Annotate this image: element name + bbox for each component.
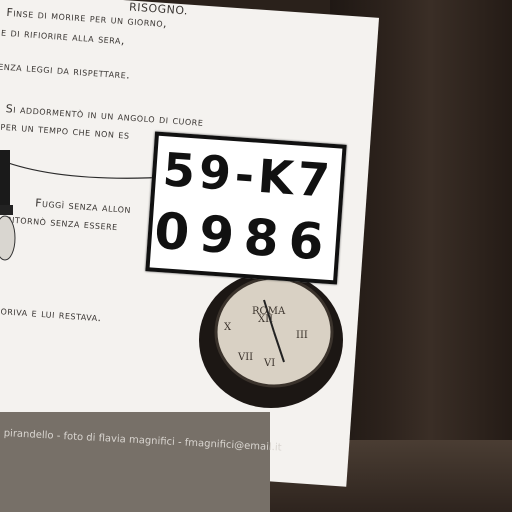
poem-line: mpo moriva e lui restava. [0,302,103,325]
string-lights-wire [0,159,170,179]
poem-line: e di rifiorire alla sera, [0,25,126,48]
plate-line-1: 59-K7 [161,142,336,208]
svg-text:X: X [224,322,232,333]
poem-line: per un tempo che non es [0,119,130,142]
clock-brand: ROMA [252,306,286,317]
photo-scene: RISOGNO. Finse di morire per un giorno, … [0,0,512,512]
street-clock: XII X III VII VI [199,272,343,408]
poem-line: Fuggì senza allon [34,196,132,217]
poem-line: ritornò senza essere [5,212,119,234]
plate-line-2: 0986 [152,201,336,273]
poem-line: senza leggi da rispettare. [0,59,131,82]
svg-text:VI: VI [263,358,275,369]
license-plate: 59-K7 0986 [145,131,347,285]
svg-text:III: III [296,330,308,341]
svg-text:VII: VII [237,352,253,363]
hanging-lamp [0,150,16,261]
poster-footer-band [0,412,270,512]
